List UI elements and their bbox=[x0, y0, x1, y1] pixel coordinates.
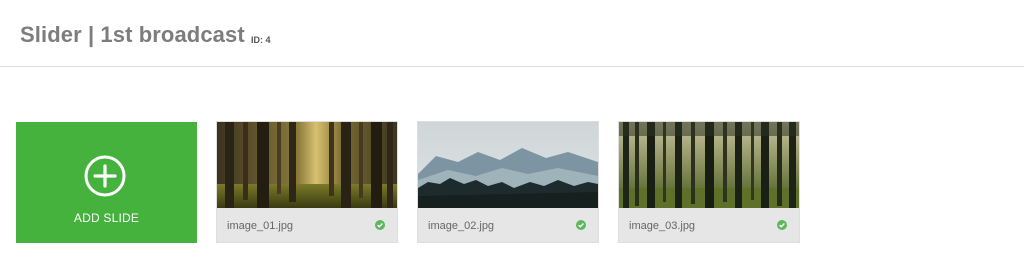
slide-filename: image_03.jpg bbox=[629, 220, 696, 232]
slide-thumbnail bbox=[619, 122, 799, 208]
add-slide-label: ADD SLIDE bbox=[73, 211, 140, 225]
check-circle-icon bbox=[375, 220, 385, 230]
page-title: Slider | 1st broadcast bbox=[20, 22, 245, 47]
slide-card[interactable]: image_01.jpg bbox=[216, 121, 398, 243]
slide-thumbnail bbox=[217, 122, 397, 208]
slide-thumbnail bbox=[418, 122, 598, 208]
slide-filename: image_01.jpg bbox=[227, 220, 294, 232]
slide-card[interactable]: image_03.jpg bbox=[618, 121, 800, 243]
slider-id-label: ID: 4 bbox=[251, 35, 271, 45]
check-circle-icon bbox=[777, 220, 787, 230]
slide-filename: image_02.jpg bbox=[428, 220, 495, 232]
page-header: Slider | 1st broadcast ID: 4 bbox=[0, 0, 1024, 67]
slide-card[interactable]: image_02.jpg bbox=[417, 121, 599, 243]
plus-circle-icon bbox=[84, 155, 126, 197]
check-circle-icon bbox=[576, 220, 586, 230]
add-slide-button[interactable]: ADD SLIDE bbox=[16, 122, 197, 243]
